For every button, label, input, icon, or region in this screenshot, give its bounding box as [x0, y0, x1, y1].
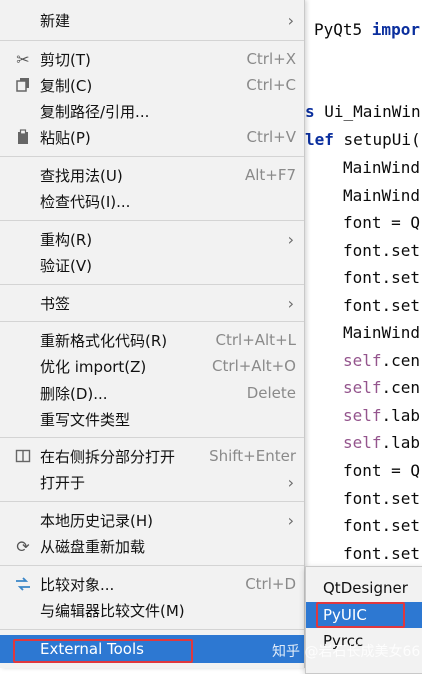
code-line: self.cen — [343, 351, 421, 370]
menu-shortcut: Alt+F7 — [244, 166, 296, 184]
code-line: MainWind — [343, 323, 421, 342]
menu-label: 重新格式化代码(R) — [40, 331, 168, 350]
submenu-label: QtDesigner — [323, 579, 408, 597]
code-line: self.lab — [343, 406, 421, 425]
menu-label: 重构(R) — [40, 230, 93, 249]
menu-shortcut: Ctrl+X — [246, 50, 296, 68]
menu-shortcut: Shift+Enter — [209, 447, 296, 465]
menu-label: 本地历史记录(H) — [40, 511, 153, 530]
menu-item-optimize-imports[interactable]: 优化 import(Z) Ctrl+Alt+O — [0, 354, 304, 378]
menu-item-open-split-right[interactable]: 在右侧拆分部分打开 Shift+Enter — [0, 444, 304, 468]
code-line: font.set — [343, 544, 421, 563]
menu-item-verify[interactable]: 验证(V) — [0, 253, 304, 277]
separator — [0, 565, 304, 566]
code-line: font = Q — [343, 213, 421, 232]
menu-label: 复制路径/引用... — [40, 102, 150, 121]
menu-item-cut[interactable]: ✂ 剪切(T) Ctrl+X — [0, 47, 304, 71]
separator — [0, 629, 304, 630]
menu-shortcut: Ctrl+Alt+O — [212, 357, 296, 375]
code-line: font.set — [343, 516, 421, 535]
chevron-right-icon: › — [287, 472, 294, 492]
menu-label: 打开于 — [40, 473, 86, 492]
clipboard-icon — [14, 128, 32, 146]
menu-label: 从磁盘重新加载 — [40, 537, 146, 556]
submenu-item-qtdesigner[interactable]: QtDesigner — [306, 575, 422, 601]
menu-shortcut: Delete — [246, 384, 296, 402]
code-line: s Ui_MainWin — [305, 102, 421, 121]
menu-item-local-history[interactable]: 本地历史记录(H) › — [0, 508, 304, 532]
context-menu: 新建 › ✂ 剪切(T) Ctrl+X 复制(C) Ctrl+C 复制路径/引用… — [0, 0, 305, 668]
menu-item-copy-path[interactable]: 复制路径/引用... — [0, 99, 304, 123]
menu-label: 新建 — [40, 11, 71, 30]
menu-shortcut: Ctrl+C — [246, 76, 296, 94]
scissors-icon: ✂ — [16, 49, 30, 69]
separator — [0, 437, 304, 438]
code-line: PyQt5 impor — [314, 20, 420, 39]
menu-shortcut: Ctrl+D — [245, 575, 296, 593]
separator — [0, 156, 304, 157]
separator — [0, 220, 304, 221]
menu-shortcut: Ctrl+Alt+L — [215, 331, 297, 349]
menu-label: 在右侧拆分部分打开 — [40, 447, 176, 466]
menu-label: 剪切(T) — [40, 50, 91, 69]
menu-item-compare-with-editor[interactable]: 与编辑器比较文件(M) — [0, 598, 304, 622]
menu-label: 删除(D)... — [40, 384, 108, 403]
code-line: font.set — [343, 489, 421, 508]
menu-item-refactor[interactable]: 重构(R) › — [0, 227, 304, 251]
annotation-box — [316, 602, 405, 628]
code-line: MainWind — [343, 158, 421, 177]
separator — [0, 501, 304, 502]
code-line: font.set — [343, 241, 421, 260]
separator — [0, 284, 304, 285]
code-line: self.cen — [343, 378, 421, 397]
chevron-right-icon: › — [287, 510, 294, 530]
code-line: self.lab — [343, 433, 421, 452]
menu-item-open-in[interactable]: 打开于 › — [0, 470, 304, 494]
menu-label: 检查代码(I)... — [40, 192, 131, 211]
menu-item-bookmarks[interactable]: 书签 › — [0, 291, 304, 315]
chevron-right-icon: › — [287, 229, 294, 249]
menu-label: 比较对象... — [40, 575, 115, 594]
menu-label: 书签 — [40, 294, 71, 313]
menu-label: 优化 import(Z) — [40, 357, 147, 376]
menu-item-copy[interactable]: 复制(C) Ctrl+C — [0, 73, 304, 97]
menu-shortcut: Ctrl+V — [246, 128, 296, 146]
menu-item-inspect-code[interactable]: 检查代码(I)... — [0, 189, 304, 213]
menu-item-reformat[interactable]: 重新格式化代码(R) Ctrl+Alt+L — [0, 328, 304, 352]
split-view-icon — [14, 447, 32, 465]
reload-icon: ⟳ — [16, 536, 30, 556]
separator — [0, 40, 304, 41]
menu-item-override-file-type[interactable]: 重写文件类型 — [0, 407, 304, 431]
code-line: font.set — [343, 268, 421, 287]
menu-label: 复制(C) — [40, 76, 93, 95]
menu-item-find-usages[interactable]: 查找用法(U) Alt+F7 — [0, 163, 304, 187]
code-line: MainWind — [343, 186, 421, 205]
menu-item-new[interactable]: 新建 › — [0, 8, 304, 32]
menu-label: 重写文件类型 — [40, 410, 131, 429]
code-line: font = Q — [343, 461, 421, 480]
chevron-right-icon: › — [287, 293, 294, 313]
annotation-box — [13, 639, 193, 663]
compare-arrows-icon — [14, 575, 32, 593]
menu-item-compare-with[interactable]: 比较对象... Ctrl+D — [0, 572, 304, 596]
menu-item-reload-from-disk[interactable]: ⟳ 从磁盘重新加载 — [0, 534, 304, 558]
menu-label: 粘贴(P) — [40, 128, 91, 147]
menu-item-paste[interactable]: 粘贴(P) Ctrl+V — [0, 125, 304, 149]
menu-item-delete[interactable]: 删除(D)... Delete — [0, 381, 304, 405]
menu-label: 查找用法(U) — [40, 166, 123, 185]
menu-label: 验证(V) — [40, 256, 92, 275]
code-line: lef setupUi( — [305, 130, 421, 149]
watermark: 知乎 @岩石长成美女66 — [272, 644, 421, 660]
chevron-right-icon: › — [287, 10, 294, 30]
code-line: font.set — [343, 296, 421, 315]
copy-icon — [14, 76, 32, 94]
separator — [0, 321, 304, 322]
menu-label: 与编辑器比较文件(M) — [40, 601, 185, 620]
